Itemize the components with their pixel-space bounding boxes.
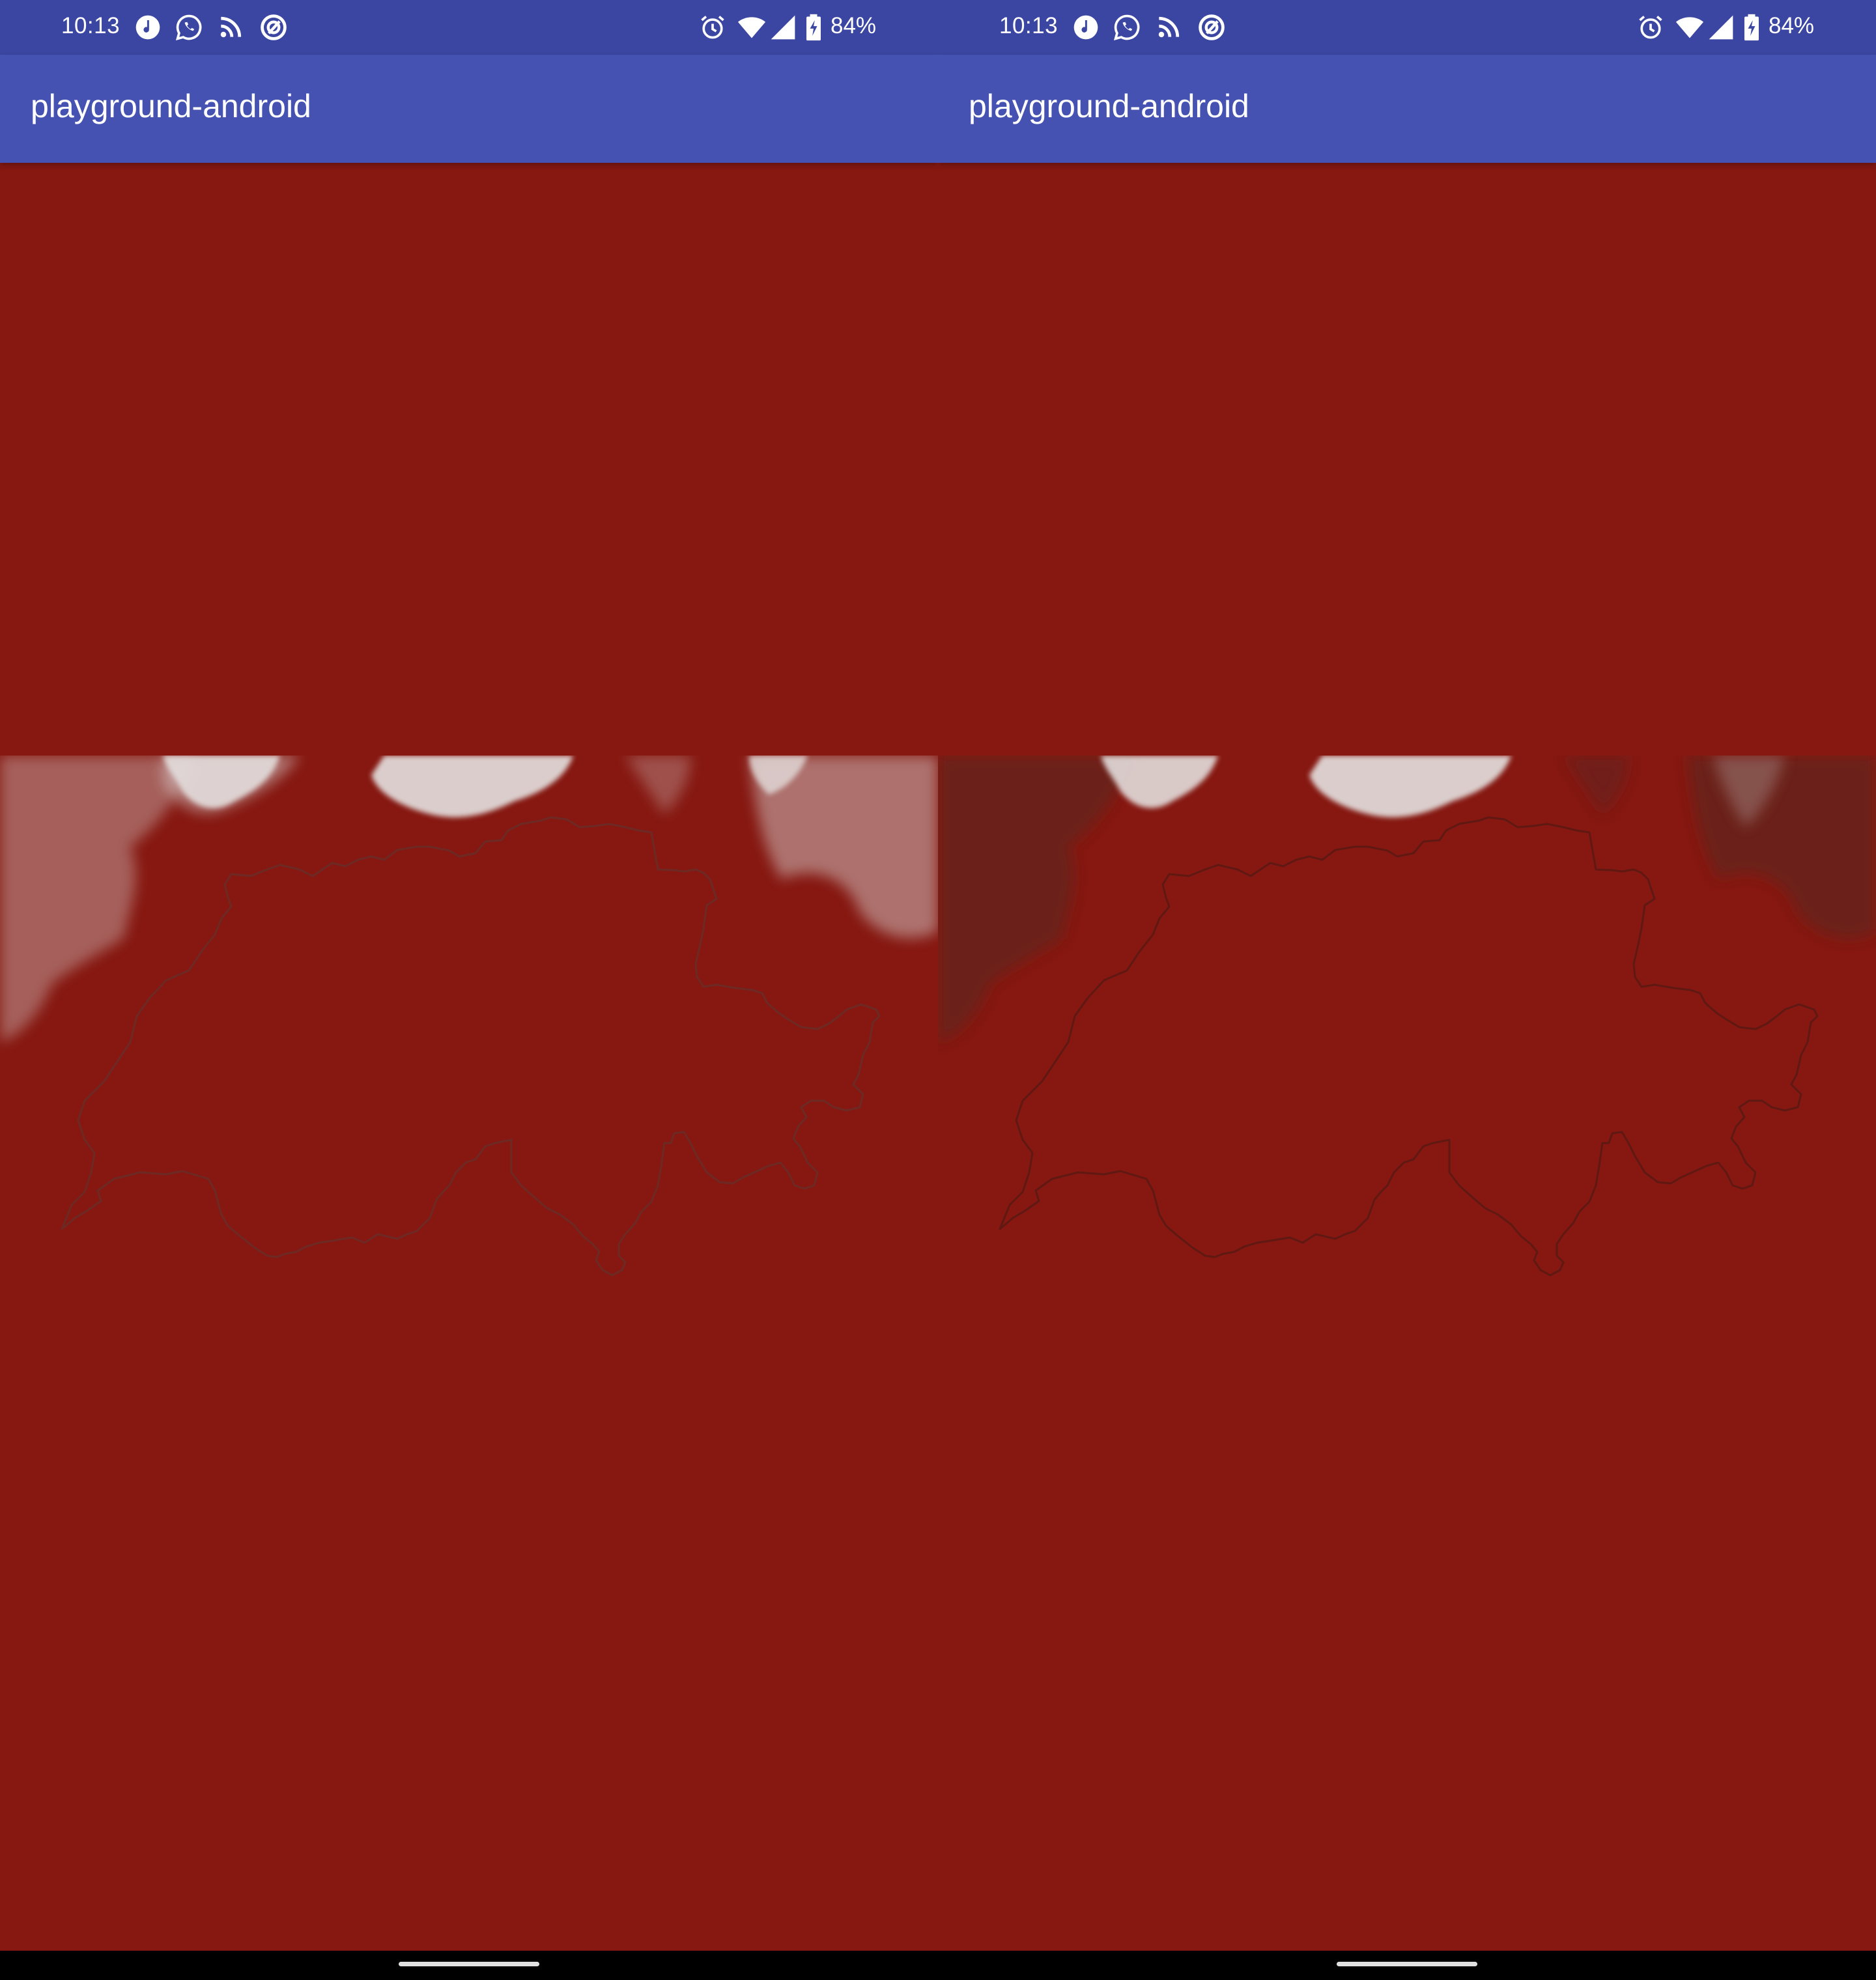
circle-logo-icon — [1199, 14, 1225, 40]
whatsapp-icon — [175, 14, 202, 41]
status-time: 10:13 — [61, 13, 121, 38]
navigation-bar — [938, 1951, 1876, 1980]
cell-signal-icon — [771, 15, 795, 40]
screenshot-root: 10:13 84% playground-android 10:13 84% p… — [0, 0, 1876, 1980]
home-gesture-handle[interactable] — [399, 1962, 539, 1966]
music-note-icon — [135, 15, 160, 40]
app-bar: playground-android — [0, 55, 938, 163]
whatsapp-icon — [1113, 14, 1140, 41]
wifi-icon — [737, 17, 766, 38]
battery-charging-icon — [1744, 14, 1759, 41]
app-title: playground-android — [31, 88, 311, 124]
status-bar: 10:13 84% — [0, 0, 938, 55]
alarm-icon — [1639, 16, 1662, 39]
phone-screen-left: 10:13 84% playground-android — [0, 0, 938, 1980]
app-bar: playground-android — [938, 55, 1876, 163]
alarm-icon — [701, 16, 724, 39]
home-gesture-handle[interactable] — [1337, 1962, 1477, 1966]
weather-map-overlay[interactable] — [938, 756, 1876, 1335]
battery-percent: 84% — [1769, 13, 1815, 38]
battery-percent: 84% — [831, 13, 877, 38]
status-time: 10:13 — [999, 13, 1059, 38]
circle-logo-icon — [261, 14, 287, 40]
app-title: playground-android — [969, 88, 1249, 124]
country-border-outline — [999, 816, 1819, 1277]
rss-feed-icon — [1158, 16, 1180, 38]
wifi-icon — [1675, 17, 1704, 38]
phone-screen-right: 10:13 84% playground-android — [938, 0, 1876, 1980]
country-border-outline — [61, 816, 881, 1277]
bright-cloud-layer — [1101, 756, 1511, 817]
rss-feed-icon — [220, 16, 242, 38]
cell-signal-icon — [1709, 15, 1733, 40]
music-note-icon — [1073, 15, 1098, 40]
weather-map-overlay[interactable] — [0, 756, 938, 1335]
navigation-bar — [0, 1951, 938, 1980]
battery-charging-icon — [806, 14, 821, 41]
status-bar: 10:13 84% — [938, 0, 1876, 55]
